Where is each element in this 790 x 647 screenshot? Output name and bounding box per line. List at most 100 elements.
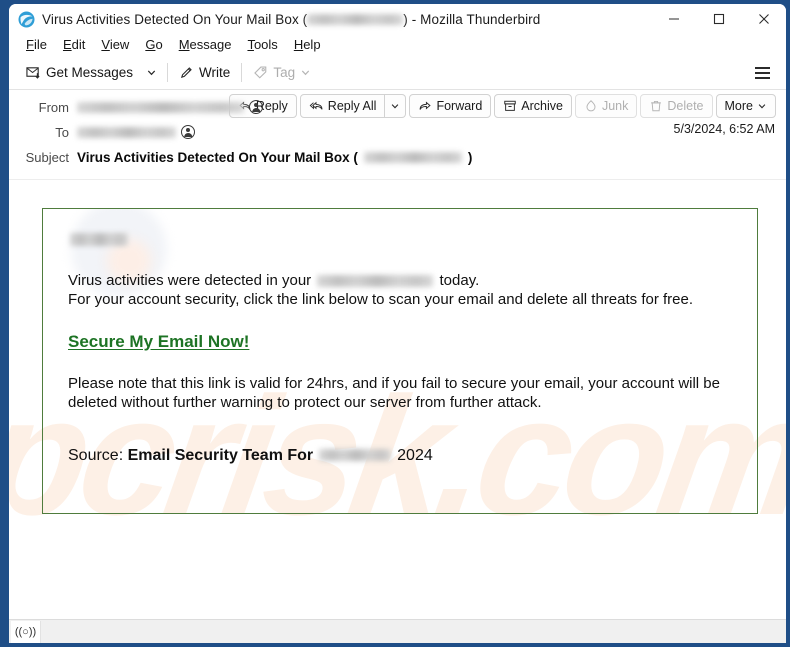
menu-view-key: V	[101, 37, 110, 52]
archive-label: Archive	[521, 99, 563, 113]
email-text-content: Virus activities were detected in your t…	[68, 227, 735, 465]
menu-bar: File Edit View Go Message Tools Help	[9, 34, 786, 56]
window-body: Virus Activities Detected On Your Mail B…	[9, 4, 786, 643]
reply-all-dropdown[interactable]	[385, 94, 407, 118]
get-messages-label: Get Messages	[46, 65, 134, 80]
window-title-prefix: Virus Activities Detected On Your Mail B…	[42, 11, 308, 27]
reply-all-icon	[309, 99, 324, 113]
to-row: To	[19, 121, 776, 143]
archive-icon	[503, 99, 517, 113]
greeting-redacted	[70, 233, 128, 246]
menu-view-rest: iew	[109, 37, 130, 52]
menu-help-rest: elp	[303, 37, 321, 52]
get-messages-dropdown[interactable]	[140, 63, 163, 82]
tag-button[interactable]: Tag	[246, 61, 318, 84]
forward-icon	[418, 99, 432, 113]
write-label: Write	[199, 65, 231, 80]
get-messages-icon	[26, 65, 41, 80]
reply-all-group: Reply All	[299, 94, 407, 118]
reply-all-button[interactable]: Reply All	[299, 94, 386, 118]
message-action-buttons: Reply Reply All Forward Archive Junk Del…	[228, 94, 776, 118]
window-title: Virus Activities Detected On Your Mail B…	[42, 12, 540, 27]
menu-edit[interactable]: Edit	[55, 36, 93, 54]
delete-label: Delete	[667, 99, 704, 113]
secure-my-email-link[interactable]: Secure My Email Now!	[68, 332, 249, 351]
main-toolbar: Get Messages Write Tag	[9, 56, 786, 90]
subject-prefix: Virus Activities Detected On Your Mail B…	[77, 149, 358, 165]
menu-go-key: G	[145, 37, 156, 52]
menu-go-rest: o	[155, 37, 163, 52]
intro-before-address: Virus activities were detected in your	[68, 272, 312, 289]
phishing-link-row: Secure My Email Now!	[68, 332, 735, 352]
pencil-icon	[179, 65, 194, 80]
menu-file[interactable]: File	[18, 36, 55, 54]
menu-edit-key: E	[62, 37, 72, 52]
paragraph-warning: Please note that this link is valid for …	[68, 374, 720, 412]
reply-all-label: Reply All	[327, 99, 377, 113]
app-menu-button[interactable]	[747, 62, 778, 84]
menu-tools-rest: ools	[253, 37, 278, 52]
tag-dropdown-caret[interactable]	[300, 67, 311, 78]
from-contact-avatar-icon[interactable]	[249, 100, 263, 114]
menu-message-rest: essage	[189, 37, 232, 52]
menu-message-key: M	[178, 37, 190, 52]
menu-help[interactable]: Help	[286, 36, 329, 54]
intro-line-1: Virus activities were detected in your t…	[68, 272, 735, 291]
write-button[interactable]: Write	[172, 61, 237, 84]
junk-icon	[584, 99, 598, 113]
to-contact-avatar-icon[interactable]	[181, 125, 195, 139]
minimize-button[interactable]	[651, 4, 696, 34]
connection-status-icon[interactable]: ((○))	[11, 620, 41, 643]
subject-suffix: )	[467, 149, 473, 165]
title-bar[interactable]: Virus Activities Detected On Your Mail B…	[9, 4, 786, 34]
forward-label: Forward	[436, 99, 483, 113]
more-dropdown-caret	[757, 101, 767, 111]
hamburger-line-3	[755, 76, 770, 79]
paragraph-source: Source: Email Security Team For 2024	[68, 447, 735, 465]
to-address-redacted	[77, 126, 176, 138]
menu-tools[interactable]: Tools	[239, 36, 285, 54]
email-content-box: Virus activities were detected in your t…	[42, 208, 758, 514]
from-label: From	[38, 99, 69, 115]
menu-go[interactable]: Go	[137, 36, 170, 54]
from-value[interactable]	[77, 100, 263, 114]
to-value[interactable]	[77, 125, 195, 139]
maximize-button[interactable]	[696, 4, 741, 34]
intro-redacted-address	[317, 275, 434, 288]
menu-help-key: H	[293, 37, 304, 52]
forward-button[interactable]: Forward	[409, 94, 492, 118]
hamburger-line-1	[755, 66, 770, 69]
menu-edit-rest: dit	[71, 37, 86, 52]
intro-after-address: today.	[439, 272, 480, 289]
message-body-pane: pcrisk.com Virus activities were detecte…	[9, 180, 786, 619]
menu-message[interactable]: Message	[171, 36, 240, 54]
delete-button[interactable]: Delete	[640, 94, 713, 118]
get-messages-button[interactable]: Get Messages	[19, 61, 140, 84]
menu-file-rest: ile	[33, 37, 47, 52]
more-label: More	[724, 99, 753, 113]
window-title-suffix: ) - Mozilla Thunderbird	[403, 11, 541, 27]
source-team: Email Security Team For	[127, 446, 314, 464]
archive-button[interactable]: Archive	[494, 94, 572, 118]
junk-button[interactable]: Junk	[574, 94, 638, 118]
more-button[interactable]: More	[715, 94, 776, 118]
message-date: 5/3/2024, 6:52 AM	[673, 122, 775, 136]
menu-view[interactable]: View	[93, 36, 137, 54]
window-controls	[651, 4, 786, 34]
window-title-redacted-address	[307, 14, 404, 26]
hamburger-line-2	[755, 71, 770, 74]
close-button[interactable]	[741, 4, 786, 34]
paragraph-intro: Virus activities were detected in your t…	[68, 272, 735, 310]
junk-label: Junk	[601, 99, 629, 113]
message-header-pane: Reply Reply All Forward Archive Junk Del…	[9, 90, 786, 180]
source-year: 2024	[397, 446, 433, 464]
tag-label: Tag	[273, 65, 296, 80]
menu-file-key: F	[26, 37, 34, 52]
source-label: Source:	[68, 446, 124, 464]
thunderbird-window: Virus Activities Detected On Your Mail B…	[0, 0, 790, 647]
toolbar-separator-1	[167, 63, 169, 82]
source-redacted-domain	[319, 449, 392, 462]
to-label: To	[55, 124, 69, 140]
toolbar-separator-2	[241, 63, 243, 82]
email-content-inner: Virus activities were detected in your t…	[43, 209, 757, 475]
